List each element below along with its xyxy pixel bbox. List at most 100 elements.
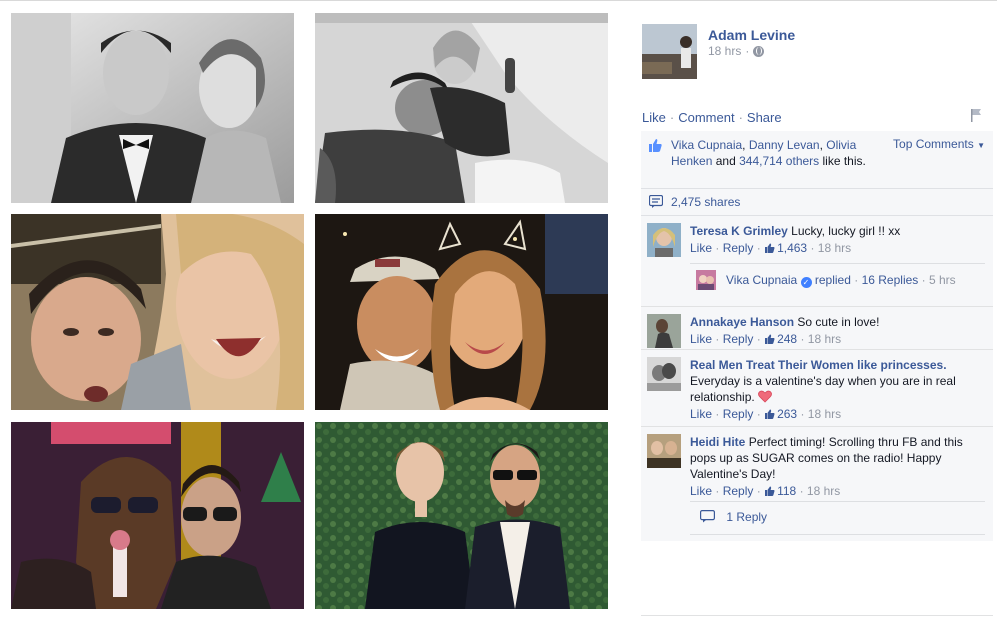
action-separator: · xyxy=(738,110,743,125)
comment-like-button[interactable]: Like xyxy=(690,484,712,498)
comment-reply-button[interactable]: Reply xyxy=(723,241,754,255)
comment-like-count[interactable]: 118 xyxy=(764,484,796,498)
flag-icon[interactable] xyxy=(969,108,983,122)
replies-count[interactable]: 1 Reply xyxy=(726,510,767,524)
comment-body: Annakaye Hanson So cute in love! Like · … xyxy=(690,314,985,347)
separator: · xyxy=(715,241,720,255)
top-comments-label: Top Comments xyxy=(893,137,974,151)
comment-time[interactable]: 18 hrs xyxy=(808,332,841,346)
likes-text: Vika Cupnaia, Danny Levan, Olivia Henken… xyxy=(671,137,881,169)
and-text: and xyxy=(715,154,736,168)
comment-author[interactable]: Teresa K Grimley xyxy=(690,224,788,238)
separator: · xyxy=(756,332,761,346)
separator: · xyxy=(921,273,926,287)
like-thumb-icon xyxy=(649,139,662,152)
like-count: 118 xyxy=(777,484,797,498)
comma: , xyxy=(819,138,823,152)
verified-icon: ✓ xyxy=(800,277,812,288)
comment-footer: Like · Reply · 1,463 · 18 hrs xyxy=(690,240,985,256)
facebook-post-panel: Adam Levine 18 hrs · Like · Comment · Sh… xyxy=(641,0,993,619)
photo-cat-ears-night[interactable] xyxy=(315,214,608,410)
liker-name[interactable]: Danny Levan xyxy=(749,138,820,152)
post-author-name[interactable]: Adam Levine xyxy=(708,27,795,43)
comment-time[interactable]: 18 hrs xyxy=(807,484,840,498)
like-button[interactable]: Like xyxy=(642,110,666,125)
others-link[interactable]: 344,714 others xyxy=(739,154,819,168)
likes-tail: like this. xyxy=(822,154,866,168)
post-time[interactable]: 18 hrs xyxy=(708,44,741,58)
separator: · xyxy=(799,484,804,498)
separator: · xyxy=(756,407,761,421)
panel-bottom-divider xyxy=(641,615,993,616)
comment-text: Everyday is a valentine's day when you a… xyxy=(690,374,956,404)
comment-like-button[interactable]: Like xyxy=(690,241,712,255)
reply-link-wrap: 1 Reply xyxy=(700,510,767,524)
likes-summary: Vika Cupnaia, Danny Levan, Olivia Henken… xyxy=(641,131,993,189)
separator: · xyxy=(756,241,761,255)
shares-summary: 2,475 shares xyxy=(641,189,993,216)
comment-author[interactable]: Real Men Treat Their Women like princess… xyxy=(690,358,947,372)
comment-section: Vika Cupnaia, Danny Levan, Olivia Henken… xyxy=(641,131,993,541)
heart-icon xyxy=(758,390,772,403)
comment-footer: Like · Reply · 118 · 18 hrs xyxy=(690,483,985,499)
comment-body: Real Men Treat Their Women like princess… xyxy=(690,357,985,422)
globe-icon[interactable] xyxy=(753,45,765,57)
comment-time[interactable]: 18 hrs xyxy=(808,407,841,421)
comment-reply-button[interactable]: Reply xyxy=(723,407,754,421)
like-thumb-icon xyxy=(765,243,775,253)
comment-like-button[interactable]: Like xyxy=(690,407,712,421)
post-actions: Like · Comment · Share xyxy=(642,110,782,125)
photo-sunglasses-club[interactable] xyxy=(11,422,304,609)
commenter-avatar[interactable] xyxy=(647,357,681,391)
reply-thread-text: Vika Cupnaia ✓ replied · 16 Replies · 5 … xyxy=(726,273,956,288)
like-thumb-icon xyxy=(765,486,775,496)
action-separator: · xyxy=(669,110,675,125)
photo-event-green-wall[interactable] xyxy=(315,422,608,609)
comment-reply-button[interactable]: Reply xyxy=(723,484,754,498)
shares-link[interactable]: 2,475 shares xyxy=(671,195,740,209)
comment-footer: Like · Reply · 248 · 18 hrs xyxy=(690,331,985,347)
commenter-avatar[interactable] xyxy=(647,223,681,257)
reply-thread-summary[interactable]: Vika Cupnaia ✓ replied · 16 Replies · 5 … xyxy=(690,263,985,300)
separator: · xyxy=(800,332,805,346)
liker-name[interactable]: Vika Cupnaia xyxy=(671,138,742,152)
comment-author[interactable]: Annakaye Hanson xyxy=(690,315,794,329)
comma: , xyxy=(742,138,746,152)
share-button[interactable]: Share xyxy=(747,110,782,125)
comment-text: So cute in love! xyxy=(797,315,880,329)
like-count: 263 xyxy=(777,407,798,421)
photo-plane-nap[interactable] xyxy=(315,13,608,203)
comment-like-count[interactable]: 1,463 xyxy=(764,241,807,255)
like-thumb-icon xyxy=(765,409,775,419)
share-icon xyxy=(649,195,663,208)
replier-name[interactable]: Vika Cupnaia xyxy=(726,273,797,287)
comment-button[interactable]: Comment xyxy=(678,110,734,125)
like-thumb-icon xyxy=(765,334,775,344)
comment-text-wrap: Everyday is a valentine's day when you a… xyxy=(690,373,985,405)
top-comments-dropdown[interactable]: Top Comments ▼ xyxy=(893,137,985,151)
comment-footer: Like · Reply · 263 · 18 hrs xyxy=(690,406,985,422)
reply-thread-summary[interactable]: 1 Reply xyxy=(690,501,985,535)
comment-like-count[interactable]: 263 xyxy=(764,407,797,421)
reply-icon xyxy=(700,510,715,523)
replies-count[interactable]: 16 Replies xyxy=(862,273,919,287)
separator: · xyxy=(715,332,720,346)
comment-author[interactable]: Heidi Hite xyxy=(690,435,745,449)
comment-like-count[interactable]: 248 xyxy=(764,332,797,346)
replier-avatar xyxy=(696,270,716,290)
replied-text[interactable]: replied xyxy=(815,273,851,287)
comment-like-button[interactable]: Like xyxy=(690,332,712,346)
separator: · xyxy=(756,484,761,498)
comment-reply-button[interactable]: Reply xyxy=(723,332,754,346)
photo-red-carpet[interactable] xyxy=(11,13,304,203)
separator: · xyxy=(715,407,720,421)
comment-time[interactable]: 18 hrs xyxy=(818,241,851,255)
separator: · xyxy=(810,241,815,255)
photo-selfie-laughing[interactable] xyxy=(11,214,304,410)
comment-body: Heidi Hite Perfect timing! Scrolling thr… xyxy=(690,434,985,499)
author-avatar[interactable] xyxy=(642,24,697,79)
commenter-avatar[interactable] xyxy=(647,434,681,468)
separator: · xyxy=(854,273,859,287)
comment-text: Lucky, lucky girl !! xx xyxy=(791,224,901,238)
commenter-avatar[interactable] xyxy=(647,314,681,348)
